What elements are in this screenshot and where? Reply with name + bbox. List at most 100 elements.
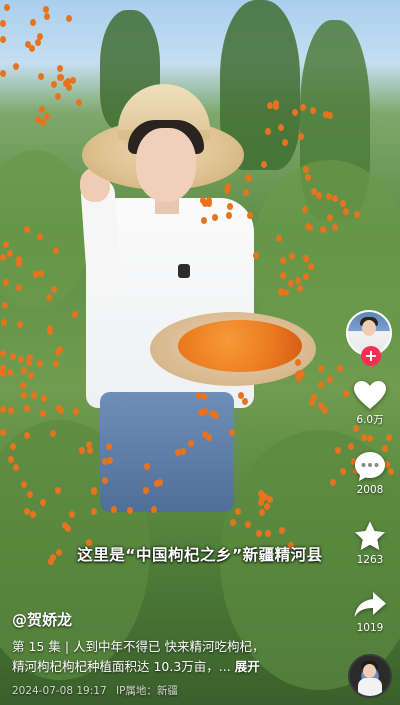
author-handle[interactable]: @贺娇龙: [12, 609, 72, 630]
goji-berry: [246, 211, 253, 219]
goji-berry: [223, 187, 230, 195]
ip-location: IP属地：新疆: [115, 685, 178, 697]
goji-berry: [56, 345, 63, 353]
goji-berry: [71, 311, 78, 319]
goji-berry: [317, 365, 324, 373]
goji-berry: [292, 108, 299, 116]
goji-berry: [294, 358, 301, 366]
goji-berry: [280, 256, 287, 264]
goji-berry: [288, 279, 295, 287]
goji-berry: [44, 113, 51, 121]
goji-berry: [143, 486, 150, 494]
goji-berry: [30, 392, 37, 400]
goji-berry: [311, 394, 318, 402]
goji-berry: [0, 406, 6, 414]
goji-berry: [7, 369, 14, 377]
goji-berry: [66, 84, 73, 92]
goji-berry: [0, 428, 6, 436]
goji-berry: [295, 276, 302, 284]
follow-plus-icon[interactable]: +: [361, 346, 381, 366]
goji-berry: [361, 434, 368, 442]
favorite-button[interactable]: 1263: [344, 520, 396, 566]
lapel-mic: [178, 264, 190, 278]
star-icon: [355, 521, 385, 550]
goji-berry: [316, 191, 323, 199]
goji-berry-pile: [178, 320, 302, 372]
goji-berry: [336, 365, 343, 373]
music-disc-button[interactable]: [348, 654, 392, 698]
goji-berry: [339, 199, 346, 207]
author-avatar-button[interactable]: +: [346, 310, 392, 366]
like-button[interactable]: 6.0万: [344, 380, 396, 427]
goji-berry: [301, 206, 308, 214]
goji-berry: [51, 81, 58, 88]
goji-berry: [15, 284, 22, 292]
expand-button[interactable]: 展开: [235, 659, 260, 674]
video-description[interactable]: 第 15 集 | 人到中年不得已 快来精河吃枸杞， 精河枸杞枸杞种植面积达 10…: [12, 637, 332, 677]
video-subtitle: 这里是“中国枸杞之乡”新疆精河县: [77, 546, 323, 564]
goji-berry: [265, 529, 272, 537]
goji-berry: [40, 119, 47, 127]
goji-berry: [10, 442, 16, 450]
goji-berry: [326, 375, 333, 383]
goji-berry: [17, 321, 24, 329]
like-count: 6.0万: [356, 414, 384, 426]
goji-berry: [12, 62, 19, 70]
goji-berry: [3, 241, 9, 249]
goji-berry: [38, 73, 45, 81]
goji-berry: [19, 381, 26, 389]
goji-berry: [331, 195, 338, 203]
goji-berry: [57, 406, 64, 414]
comment-button[interactable]: 2008: [344, 450, 396, 496]
description-line2: 精河枸杞枸杞种植面积达 10.3万亩，...: [12, 659, 231, 674]
goji-berry: [150, 505, 157, 513]
heart-icon: [354, 381, 386, 409]
goji-berry: [40, 395, 47, 403]
goji-berry: [257, 490, 264, 498]
episode-separator: |: [64, 639, 70, 654]
goji-berry: [34, 38, 41, 46]
post-meta: 2024-07-08 19:17 IP属地：新疆: [12, 683, 178, 698]
goji-berry: [68, 510, 75, 518]
goji-berry: [10, 353, 16, 361]
comment-count: 2008: [356, 484, 384, 496]
goji-berry: [20, 480, 27, 488]
goji-berry: [23, 225, 30, 233]
goji-berry: [317, 401, 324, 409]
face: [136, 128, 196, 202]
goji-berry: [66, 15, 73, 23]
goji-berry: [21, 366, 28, 374]
episode-label[interactable]: 第 15 集: [12, 639, 61, 654]
post-date: 2024-07-08 19:17: [12, 685, 107, 697]
goji-berry: [49, 429, 56, 437]
goji-berry: [279, 272, 286, 280]
goji-berry: [258, 508, 265, 516]
goji-berry: [36, 359, 43, 367]
goji-berry: [37, 270, 44, 278]
goji-berry: [228, 429, 235, 437]
goji-berry: [197, 408, 204, 416]
goji-berry: [45, 293, 52, 301]
goji-berry: [260, 160, 267, 168]
goji-berry: [0, 253, 6, 261]
goji-berry: [156, 478, 163, 486]
goji-berry: [226, 202, 233, 210]
share-button[interactable]: 1019: [344, 590, 396, 634]
share-count: 1019: [356, 622, 384, 634]
goji-berry: [7, 406, 14, 414]
goji-berry: [34, 115, 41, 123]
goji-berry: [278, 526, 285, 534]
goji-berry: [317, 380, 324, 388]
goji-berry: [304, 174, 311, 182]
goji-berry: [299, 104, 306, 112]
goji-berry: [86, 446, 93, 454]
goji-berry: [18, 356, 25, 364]
comment-bubble-icon: [355, 452, 385, 481]
goji-berry: [52, 359, 59, 367]
goji-berry: [75, 99, 82, 107]
goji-berry: [55, 93, 62, 101]
goji-berry: [244, 521, 251, 529]
video-frame[interactable]: [0, 0, 400, 705]
goji-berry: [245, 175, 252, 183]
goji-berry: [330, 478, 337, 486]
